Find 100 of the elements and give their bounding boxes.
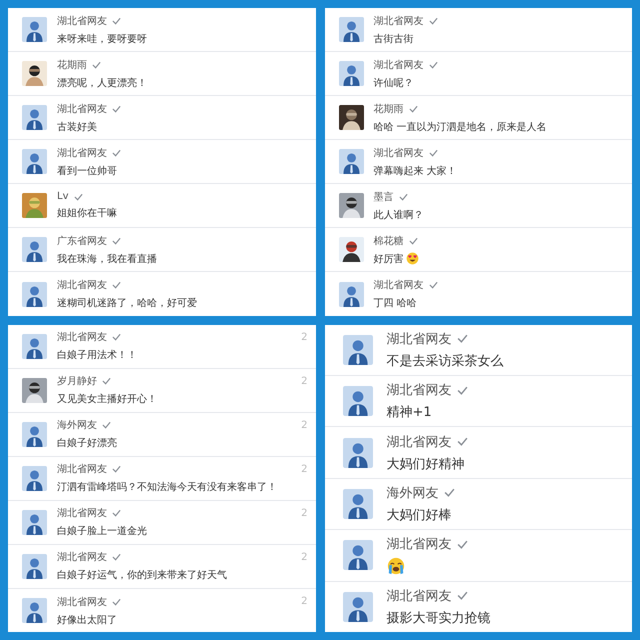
check-icon	[102, 421, 111, 430]
user-name: 湖北省网友	[374, 146, 424, 160]
comment-time: 2	[301, 552, 308, 563]
comment-text: 摄影大哥实力抢镜	[386, 610, 490, 627]
user-name: 湖北省网友	[57, 596, 107, 608]
user-name: 花期雨	[57, 58, 87, 72]
user-name: 海外网友	[57, 419, 97, 432]
user-name: 湖北省网友	[57, 278, 107, 292]
comment-text: 姐姐你在干嘛	[57, 206, 117, 220]
comment-text: 汀泗有雷峰塔吗？不知法海今天有没有来客串了！	[57, 480, 277, 494]
comment-text: 大妈们好精神	[386, 456, 464, 473]
avatar-icon	[342, 334, 372, 365]
avatar-icon	[22, 554, 47, 579]
check-icon	[444, 488, 454, 498]
user-name: 湖北省网友	[374, 58, 424, 72]
user-name: 海外网友	[386, 484, 438, 502]
user-name: 湖北省网友	[386, 382, 452, 400]
avatar-icon	[342, 488, 372, 519]
check-icon	[112, 148, 121, 157]
user-name: 湖北省网友	[386, 588, 452, 605]
avatar-icon	[22, 466, 47, 491]
comment-text: 白娘子脸上一道金光	[57, 524, 147, 538]
comment-time: 2	[301, 332, 308, 343]
check-icon	[456, 386, 468, 395]
comment-text: 白娘子用法术！！	[57, 348, 137, 362]
check-icon	[456, 437, 468, 446]
check-icon	[112, 281, 121, 289]
avatar-icon	[22, 598, 47, 623]
check-icon	[92, 60, 101, 69]
user-name: Lv	[57, 191, 68, 202]
comment-time: 2	[301, 508, 308, 519]
check-icon	[102, 377, 111, 386]
user-name: 湖北省网友	[57, 506, 107, 520]
comment-text: 大妈们好棒	[386, 506, 452, 524]
check-icon	[428, 16, 438, 25]
comment-text: 哈哈 一直以为汀泗是地名，原来是人名	[374, 120, 547, 134]
user-name: 湖北省网友	[57, 550, 107, 564]
avatar-icon	[338, 149, 364, 174]
user-name: 湖北省网友	[386, 330, 452, 348]
avatar-icon	[22, 105, 47, 130]
avatar-icon	[342, 386, 372, 416]
comment-text: 白娘子好运气，你的到来带来了好天气	[57, 568, 227, 582]
avatar-icon	[22, 149, 47, 174]
comment-text: 许仙呢？	[374, 76, 414, 90]
avatar-icon	[22, 334, 47, 359]
comment-text: 我在珠海，我在看直播	[57, 252, 157, 266]
user-name: 湖北省网友	[374, 14, 424, 28]
comment-text: 丁四 哈哈	[374, 297, 417, 310]
comment-text: 又见美女主播好开心！	[57, 392, 157, 406]
check-icon	[112, 333, 121, 342]
avatar-icon	[342, 540, 372, 570]
check-icon	[112, 104, 121, 113]
check-icon	[408, 104, 418, 113]
check-icon	[112, 16, 121, 25]
check-icon	[456, 591, 468, 600]
avatar-icon	[22, 422, 47, 447]
check-icon	[398, 192, 408, 201]
user-name: 湖北省网友	[374, 278, 424, 292]
comment-text: 精神+1	[386, 404, 432, 422]
comment-text: 白娘子好漂亮	[57, 436, 117, 450]
user-name: 湖北省网友	[57, 102, 107, 116]
comment-time: 2	[301, 464, 308, 475]
check-icon	[456, 334, 468, 344]
user-name: 湖北省网友	[57, 146, 107, 160]
check-icon	[112, 465, 121, 474]
avatar-icon	[342, 438, 372, 468]
comment-text: 好厉害	[374, 252, 404, 266]
avatar-icon	[338, 61, 364, 86]
user-name: 湖北省网友	[57, 330, 107, 344]
check-icon	[428, 60, 438, 69]
avatar-icon	[22, 510, 47, 535]
user-name: 湖北省网友	[57, 14, 107, 28]
avatar-icon	[342, 592, 372, 622]
user-name: 湖北省网友	[386, 536, 452, 554]
check-icon	[74, 192, 82, 201]
comment-text: 古装好美	[57, 120, 97, 134]
check-icon	[456, 540, 468, 549]
user-name: 墨言	[374, 190, 394, 204]
user-name: 棉花糖	[374, 234, 404, 248]
avatar-icon	[22, 237, 47, 262]
user-name: 广东省网友	[57, 234, 107, 248]
check-icon	[408, 236, 418, 245]
comment-text: 来呀来哇，要呀要呀	[57, 32, 147, 46]
comment-text: 漂亮呢，人更漂亮！	[57, 76, 147, 90]
comment-text: 此人谁啊？	[374, 208, 424, 222]
crying-emoji-icon	[386, 557, 404, 576]
check-icon	[112, 553, 121, 562]
comment-text: 不是去采访采茶女么	[386, 352, 504, 370]
avatar-icon	[338, 282, 364, 306]
avatar-icon	[22, 282, 47, 306]
comment-text: 好像出太阳了	[57, 614, 117, 626]
comment-time: 2	[301, 596, 308, 607]
check-icon	[428, 281, 438, 289]
comment-time: 2	[301, 420, 308, 431]
check-icon	[428, 148, 438, 157]
comment-text: 古街古街	[374, 32, 414, 46]
user-name: 湖北省网友	[57, 462, 107, 476]
heart-eyes-emoji-icon	[406, 252, 418, 266]
avatar-icon	[338, 17, 364, 42]
avatar-icon	[22, 17, 47, 42]
